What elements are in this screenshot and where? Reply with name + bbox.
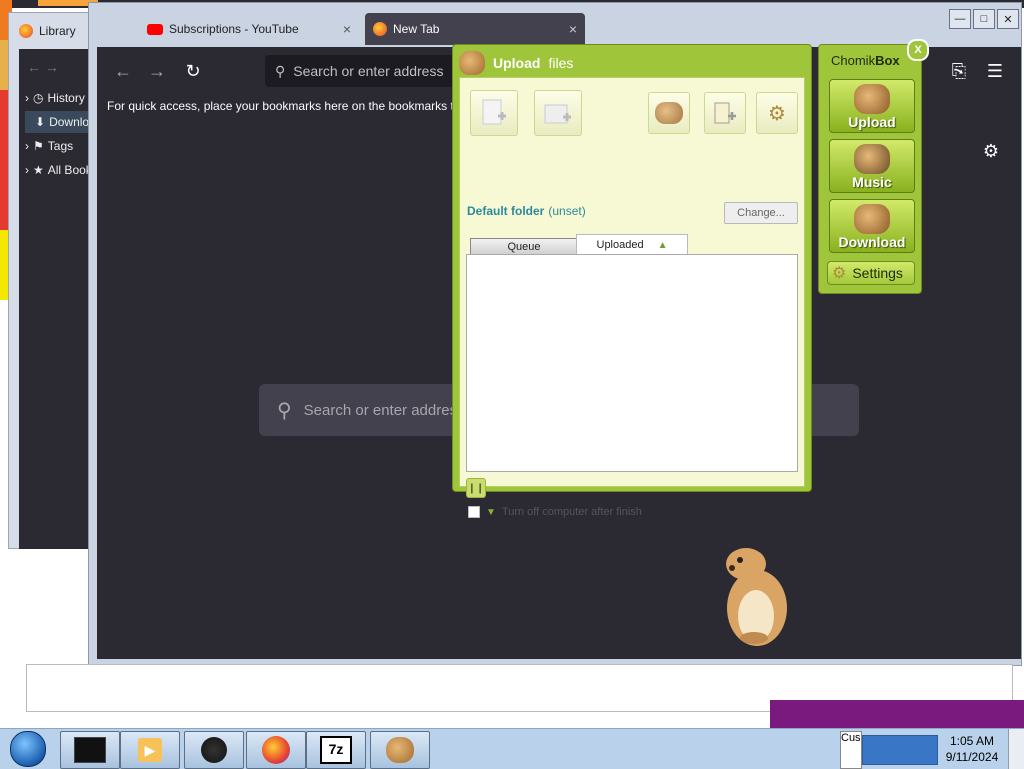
change-folder-button[interactable]: Change... (724, 202, 798, 224)
hamster-music-icon (854, 144, 890, 174)
add-folder-button[interactable] (534, 90, 582, 136)
url-bar[interactable]: ⚲ Search or enter address (265, 55, 475, 87)
shutdown-checkbox[interactable] (468, 506, 480, 518)
sort-up-icon: ▲ (657, 239, 668, 251)
windows-icon (10, 731, 46, 767)
hamster-upload-icon (459, 51, 485, 75)
terminal-icon (74, 737, 106, 763)
hamster-icon (386, 737, 414, 763)
library-title: Library (39, 24, 76, 38)
upload-files-dialog: Upload files ⚙ Default folder (unset) Cha… (452, 44, 812, 518)
clock[interactable]: 1:05 AM 9/11/2024 (940, 733, 1004, 765)
chomik-account-button[interactable] (648, 92, 690, 134)
taskbar-app-firefox[interactable] (246, 731, 306, 769)
taskbar: ▶ 7z Cus 1:05 AM 9/11/2024 (0, 728, 1024, 769)
upload-dialog-header[interactable]: Upload files (459, 49, 573, 77)
youtube-icon (147, 23, 163, 35)
tab-youtube[interactable]: Subscriptions - YouTube × (139, 13, 359, 45)
pause-icon: ❙❙ (467, 482, 485, 494)
add-folder-icon (544, 104, 571, 124)
upload-title-rest: files (548, 55, 574, 71)
settings-button[interactable]: ⚙ Settings (827, 261, 915, 285)
firefox-icon (19, 24, 33, 38)
library-title-bar[interactable]: Library (19, 21, 76, 41)
shutdown-label: Turn off computer after finish (501, 506, 642, 518)
shutdown-option: ▼ Turn off computer after finish (468, 506, 642, 518)
close-tab-icon[interactable]: × (569, 21, 577, 37)
close-tab-icon[interactable]: × (343, 21, 351, 37)
search-icon: ⚲ (275, 62, 286, 79)
chevron-right-icon: › (25, 139, 29, 153)
upload-title-bold: Upload (493, 55, 541, 71)
star-icon: ★ (33, 163, 44, 177)
tray-window-button[interactable]: Cus (840, 731, 862, 769)
default-folder-label: Default folder (unset) (467, 204, 586, 218)
tray-network-icon[interactable] (862, 735, 938, 765)
tab-new-tab[interactable]: New Tab × (365, 13, 585, 45)
show-desktop-button[interactable] (1008, 729, 1024, 769)
globe-icon (201, 737, 227, 763)
default-folder-value: (unset) (548, 204, 586, 218)
extensions-icon[interactable]: ⎘ (947, 59, 971, 83)
clock-time: 1:05 AM (949, 734, 995, 748)
chomikbox-title: ChomikBox (831, 53, 900, 68)
taskbar-app-7zip[interactable]: 7z (306, 731, 366, 769)
minimize-button[interactable]: — (949, 9, 971, 29)
library-nav-arrows[interactable]: ← → (27, 59, 59, 75)
chevron-right-icon: › (25, 163, 29, 177)
clock-icon: ◷ (33, 91, 44, 105)
hamster-mascot[interactable] (720, 540, 794, 650)
tag-icon: ⚑ (33, 139, 44, 153)
clock-date: 9/11/2024 (945, 750, 999, 764)
firefox-icon (373, 22, 387, 36)
tab-bar: Subscriptions - YouTube × New Tab × — □ … (89, 3, 1021, 47)
taskbar-app-chomikbox[interactable] (370, 731, 430, 769)
expand-icon[interactable]: ▼ (486, 507, 496, 518)
clipboard-add-button[interactable] (704, 92, 746, 134)
gear-icon[interactable]: ⚙ (983, 141, 999, 162)
start-button[interactable] (2, 729, 54, 769)
taskbar-app-terminal[interactable] (60, 731, 120, 769)
clipboard-add-icon (714, 102, 736, 124)
back-icon[interactable]: ← (111, 59, 135, 83)
chomikbox-panel: ChomikBox X Upload Music Download ⚙ Sett… (818, 39, 929, 294)
download-icon: ⬇ (35, 115, 46, 129)
gear-icon: ⚙ (832, 265, 847, 282)
reload-icon[interactable]: ↻ (181, 59, 205, 83)
search-icon: ⚲ (277, 399, 292, 422)
upload-button[interactable]: Upload (829, 79, 915, 133)
maximize-button[interactable]: □ (973, 9, 995, 29)
close-icon[interactable]: X (907, 39, 929, 61)
tab-uploaded[interactable]: Uploaded ▲ (576, 234, 688, 255)
pause-button[interactable]: ❙❙ (466, 478, 486, 498)
music-button[interactable]: Music (829, 139, 915, 193)
search-placeholder: Search or enter address (303, 401, 465, 419)
menu-icon[interactable]: ☰ (983, 59, 1007, 83)
add-file-icon (482, 99, 506, 125)
close-window-button[interactable]: ✕ (997, 9, 1019, 29)
add-file-button[interactable] (470, 90, 518, 136)
upload-settings-button[interactable]: ⚙ (756, 92, 798, 134)
upload-dialog-body: ⚙ Default folder (unset) Change... Queue … (459, 77, 805, 518)
uploaded-files-list[interactable] (466, 254, 798, 472)
download-button[interactable]: Download (829, 199, 915, 253)
desktop-wallpaper-corner (770, 700, 1024, 730)
gear-icon: ⚙ (768, 102, 786, 125)
media-player-icon: ▶ (138, 738, 162, 762)
hamster-download-icon (854, 204, 890, 234)
bookmarks-hint: For quick access, place your bookmarks h… (107, 99, 461, 113)
taskbar-app-browser[interactable] (184, 731, 244, 769)
forward-icon[interactable]: → (145, 59, 169, 83)
7zip-icon: 7z (320, 736, 352, 764)
firefox-icon (262, 736, 290, 764)
taskbar-app-media-player[interactable]: ▶ (120, 731, 180, 769)
url-placeholder: Search or enter address (293, 63, 444, 79)
hamster-upload-icon (854, 84, 890, 114)
chevron-right-icon: › (25, 91, 29, 105)
hamster-icon (655, 102, 683, 124)
